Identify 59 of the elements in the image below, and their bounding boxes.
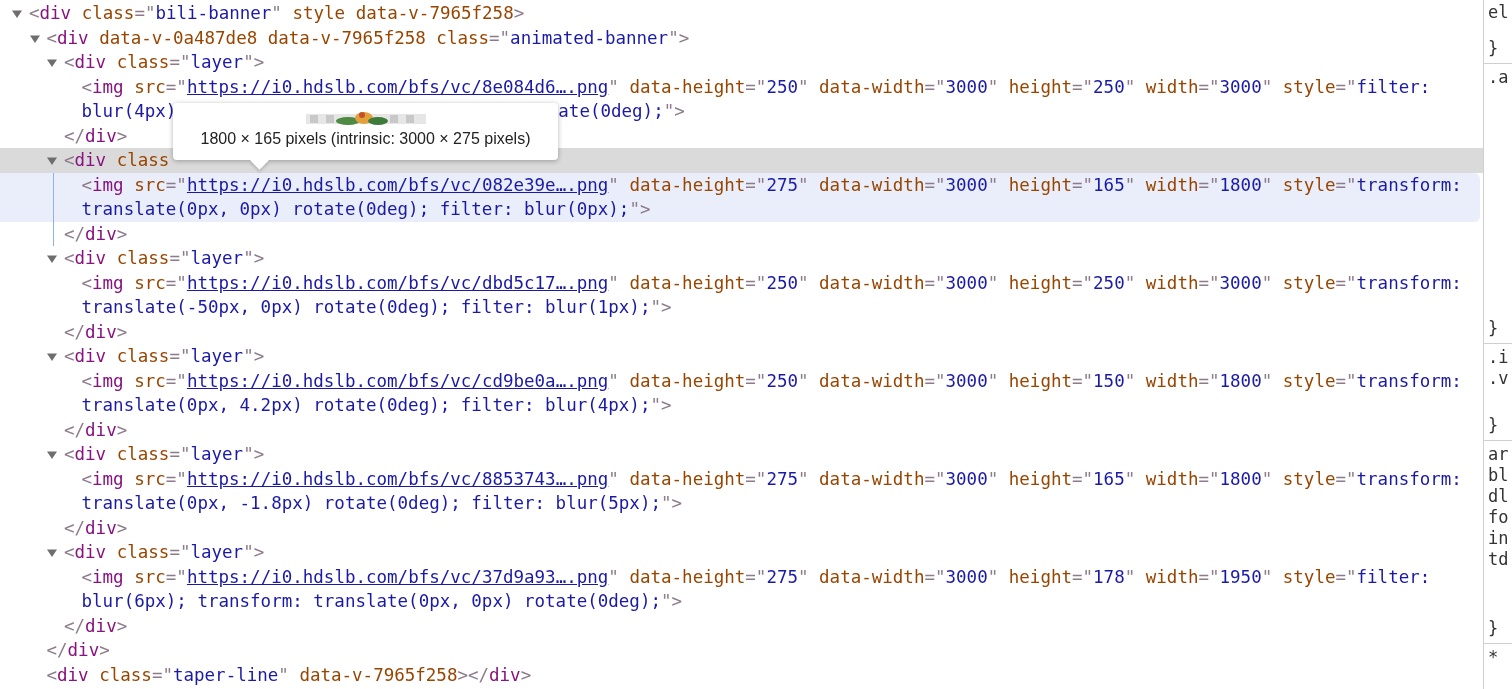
code-line: </div> — [64, 419, 128, 440]
style-rule-text: .a — [1488, 67, 1510, 88]
tooltip-text: 1800 × 165 pixels (intrinsic: 3000 × 275 pixels) — [200, 130, 531, 148]
code-line: translate(0px, 0px) rotate(0deg); filter: blur(0px);"> — [81, 199, 651, 219]
code-line: </div> — [64, 321, 128, 342]
expand-triangle-icon[interactable] — [47, 352, 57, 362]
url-link[interactable]: https://i0.hdslb.com/bfs/vc/082e39e….png — [186, 174, 609, 195]
style-rule-text: .i — [1488, 347, 1510, 368]
style-rule-text: fo — [1488, 507, 1510, 528]
rule-brace: } — [1488, 318, 1500, 339]
code-line: <div class="layer"> — [64, 444, 265, 464]
expand-triangle-icon[interactable] — [47, 548, 57, 558]
code-line: <div class="layer"> — [64, 248, 265, 268]
code-line: <div class="layer"> — [64, 542, 265, 562]
style-rule-text: dl — [1488, 486, 1510, 507]
code-line: </div> — [64, 615, 128, 636]
code-line: ate(0deg);"> — [558, 101, 685, 121]
code-line: <img src="https://i0.hdslb.com/bfs/vc/37d9a93….png" data-height="275" data-width="3000" height="178" width="1950" style="filter: — [81, 566, 1431, 587]
code-line: <img src="https://i0.hdslb.com/bfs/vc/082e39e….png" data-height="275" data-width="3000" height="165" width="1800" style="transform: — [81, 174, 1462, 195]
expand-triangle-icon[interactable] — [47, 450, 57, 460]
url-link[interactable]: https://i0.hdslb.com/bfs/vc/cd9be0a….png — [186, 370, 609, 391]
code-line: </div> — [64, 125, 128, 146]
style-rule-text: ar — [1488, 444, 1510, 465]
code-line: <div class="taper-line" data-v-7965f258></div> — [46, 664, 532, 685]
code-line: <img src="https://i0.hdslb.com/bfs/vc/cd9be0a….png" data-height="250" data-width="3000" height="150" width="1800" style="transform: — [81, 370, 1462, 391]
code-line: <div class="layer"> — [64, 346, 265, 366]
code-line: translate(0px, -1.8px) rotate(0deg); filter: blur(5px);"> — [81, 493, 683, 513]
rule-brace: } — [1488, 415, 1500, 436]
url-link[interactable]: https://i0.hdslb.com/bfs/vc/8e084d6….png — [186, 76, 609, 97]
code-line: <div class — [64, 150, 170, 170]
url-link[interactable]: https://i0.hdslb.com/bfs/vc/8853743….png — [186, 468, 609, 489]
expand-triangle-icon[interactable] — [12, 9, 22, 19]
code-line: <img src="https://i0.hdslb.com/bfs/vc/8e084d6….png" data-height="250" data-width="3000" height="250" width="3000" style="filter: — [81, 76, 1431, 97]
code-line: </div> — [64, 223, 128, 244]
style-rule-text: td — [1488, 549, 1510, 570]
code-line: blur(6px); transform: translate(0px, 0px) rotate(0deg);"> — [81, 591, 683, 611]
rule-brace: } — [1488, 38, 1500, 59]
code-line: translate(-50px, 0px) rotate(0deg); filter: blur(1px);"> — [81, 297, 672, 317]
code-line: </div> — [64, 517, 128, 538]
style-rule-text: .v — [1488, 368, 1510, 389]
expand-triangle-icon[interactable] — [47, 254, 57, 264]
url-link[interactable]: https://i0.hdslb.com/bfs/vc/37d9a93….png — [186, 566, 609, 587]
code-line: blur(4px) — [81, 101, 177, 121]
code-line: <div class="bili-banner" style data-v-7965f258> — [29, 3, 525, 23]
code-line: <img src="https://i0.hdslb.com/bfs/vc/8853743….png" data-height="275" data-width="3000" height="165" width="1800" style="transform: — [81, 468, 1462, 489]
code-line: <div class="layer"> — [64, 52, 265, 72]
style-rule-text: * — [1488, 647, 1500, 668]
expand-triangle-icon[interactable] — [47, 156, 57, 166]
style-rule-text: in — [1488, 528, 1510, 549]
url-link[interactable]: https://i0.hdslb.com/bfs/vc/dbd5c17….png — [186, 272, 609, 293]
rule-brace: } — [1488, 618, 1500, 639]
code-line: <div data-v-0a487de8 data-v-7965f258 class="animated-banner"> — [46, 27, 690, 48]
style-rule-text: el — [1488, 2, 1510, 23]
code-line: <img src="https://i0.hdslb.com/bfs/vc/dbd5c17….png" data-height="250" data-width="3000" height="250" width="3000" style="transform: — [81, 272, 1462, 293]
expand-triangle-icon[interactable] — [47, 58, 57, 68]
code-line: </div> — [46, 640, 110, 660]
code-line: translate(0px, 4.2px) rotate(0deg); filter: blur(4px);"> — [81, 395, 672, 415]
style-rule-text: bl — [1488, 465, 1510, 486]
expand-triangle-icon[interactable] — [29, 33, 40, 44]
